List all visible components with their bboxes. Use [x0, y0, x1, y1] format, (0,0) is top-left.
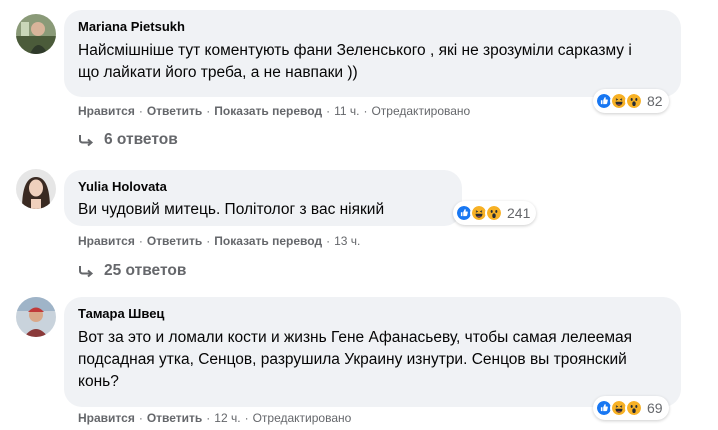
like-button[interactable]: Нравится	[78, 234, 135, 248]
comment-author[interactable]: Тамара Швец	[78, 306, 164, 321]
comment-actions: Нравится · Ответить · 12 ч. · Отредактир…	[78, 411, 352, 425]
reply-button[interactable]: Ответить	[147, 104, 202, 118]
timestamp[interactable]: 13 ч.	[334, 234, 360, 248]
reaction-summary[interactable]: 69	[593, 396, 669, 420]
reply-arrow-icon	[79, 135, 94, 147]
wow-icon	[485, 204, 503, 222]
view-replies-button[interactable]: 25 ответов	[78, 262, 186, 280]
timestamp[interactable]: 12 ч.	[214, 411, 240, 425]
show-translation-button[interactable]: Показать перевод	[214, 234, 322, 248]
comment-text: Вот за это и ломали кости и жизнь Гене А…	[78, 329, 633, 390]
avatar[interactable]	[16, 14, 56, 54]
avatar[interactable]	[16, 169, 56, 209]
show-translation-button[interactable]: Показать перевод	[214, 104, 322, 118]
avatar[interactable]	[16, 297, 56, 337]
replies-label: 25 ответов	[104, 262, 187, 279]
comment-author[interactable]: Yulia Holovata	[78, 179, 167, 194]
wow-icon	[625, 399, 643, 417]
replies-label: 6 ответов	[104, 131, 178, 148]
like-button[interactable]: Нравится	[78, 411, 135, 425]
comment-actions: Нравится · Ответить · Показать перевод ·…	[78, 104, 471, 118]
edited-label: Отредактировано	[371, 104, 471, 118]
reply-arrow-icon	[79, 266, 94, 278]
reaction-summary[interactable]: 241	[453, 201, 537, 225]
view-replies-button[interactable]: 6 ответов	[78, 131, 178, 149]
reaction-count: 241	[507, 205, 531, 221]
wow-icon	[625, 92, 643, 110]
edited-label: Отредактировано	[252, 411, 352, 425]
reply-button[interactable]: Ответить	[147, 411, 202, 425]
comment-author[interactable]: Mariana Pietsukh	[78, 19, 185, 34]
reaction-summary[interactable]: 82	[593, 89, 669, 113]
reply-button[interactable]: Ответить	[147, 234, 202, 248]
comment-text: Ви чудовий митець. Політолог з вас ніяки…	[78, 201, 385, 218]
reaction-count: 82	[647, 93, 663, 109]
comment-text: Найсмішніше тут коментують фани Зеленськ…	[78, 42, 632, 81]
reaction-count: 69	[647, 400, 663, 416]
timestamp[interactable]: 11 ч.	[334, 104, 359, 118]
like-button[interactable]: Нравится	[78, 104, 135, 118]
comment-actions: Нравится · Ответить · Показать перевод ·…	[78, 234, 361, 248]
